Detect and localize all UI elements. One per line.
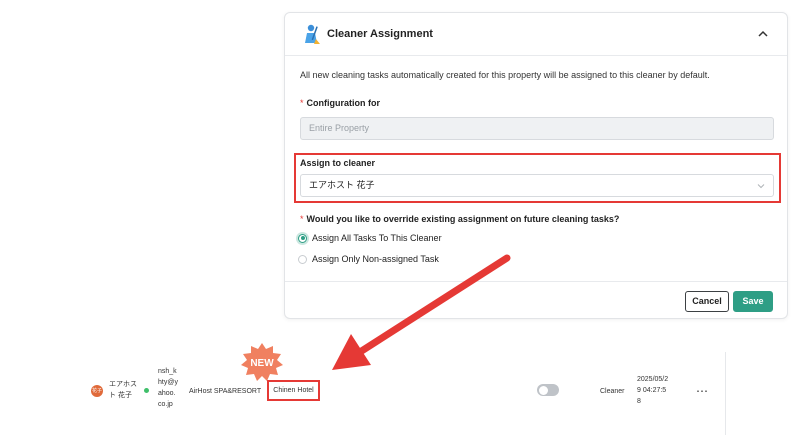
cleaner-select-value: エアホスト 花子 bbox=[309, 180, 375, 190]
email-line: co.jp bbox=[158, 401, 173, 408]
cleaner-icon bbox=[305, 24, 320, 44]
override-question-text: Would you like to override existing assi… bbox=[306, 214, 620, 224]
cleaner-select[interactable]: エアホスト 花子 bbox=[300, 174, 774, 197]
configuration-label: * Configuration for bbox=[300, 98, 380, 108]
new-badge-text: NEW bbox=[250, 358, 274, 369]
radio-unselected-icon[interactable] bbox=[298, 254, 307, 264]
new-badge: NEW bbox=[241, 343, 283, 381]
status-toggle[interactable] bbox=[537, 384, 559, 396]
column-divider bbox=[725, 352, 726, 435]
avatar: 花子 bbox=[91, 385, 103, 397]
status-dot bbox=[144, 388, 149, 393]
created-date: 2025/05/2 9 04:27:5 8 bbox=[637, 374, 668, 407]
configuration-label-text: Configuration for bbox=[306, 98, 381, 108]
email-line: ahoo. bbox=[158, 390, 176, 397]
radio-assign-all[interactable]: Assign All Tasks To This Cleaner bbox=[298, 231, 442, 245]
override-question: * Would you like to override existing ass… bbox=[300, 214, 619, 224]
email-line: hty@y bbox=[158, 379, 178, 386]
date-line: 2025/05/2 bbox=[637, 376, 669, 383]
cleaner-name-line1: エアホス bbox=[109, 381, 137, 388]
more-options-icon[interactable]: ⋯ bbox=[696, 385, 709, 397]
role-label: Cleaner bbox=[600, 388, 625, 395]
configuration-field: Entire Property bbox=[300, 117, 774, 140]
panel-description: All new cleaning tasks automatically cre… bbox=[300, 70, 710, 80]
radio-assign-all-label: Assign All Tasks To This Cleaner bbox=[312, 233, 442, 243]
chevron-down-icon bbox=[757, 184, 765, 189]
required-mark: * bbox=[300, 98, 304, 108]
radio-assign-non-assigned[interactable]: Assign Only Non-assigned Task bbox=[298, 252, 439, 266]
required-mark: * bbox=[300, 214, 304, 224]
cleaner-name-line2: ト 花子 bbox=[109, 392, 132, 399]
radio-selected-icon[interactable] bbox=[298, 233, 307, 243]
assign-to-cleaner-label: Assign to cleaner bbox=[300, 158, 376, 168]
chevron-up-icon[interactable] bbox=[755, 26, 771, 42]
company-name: AirHost SPA&RESORT bbox=[189, 388, 262, 395]
panel-title: Cleaner Assignment bbox=[327, 28, 433, 40]
email-line: nsh_k bbox=[158, 368, 177, 375]
date-line: 8 bbox=[637, 398, 641, 405]
table-row: 花子 エアホス ト 花子 nsh_k hty@y ahoo. co.jp Air… bbox=[0, 340, 799, 435]
save-button[interactable]: Save bbox=[733, 291, 773, 312]
cleaner-email: nsh_k hty@y ahoo. co.jp bbox=[158, 366, 178, 410]
property-name[interactable]: Chinen Hotel bbox=[267, 380, 320, 401]
date-line: 9 04:27:5 bbox=[637, 387, 667, 394]
cleaner-assignment-panel: Cleaner Assignment All new cleaning task… bbox=[284, 12, 788, 319]
panel-header: Cleaner Assignment bbox=[285, 13, 787, 56]
cancel-button[interactable]: Cancel bbox=[685, 291, 729, 312]
radio-assign-non-assigned-label: Assign Only Non-assigned Task bbox=[312, 254, 439, 264]
footer-divider bbox=[285, 281, 787, 282]
cleaner-name: エアホス ト 花子 bbox=[109, 379, 137, 401]
